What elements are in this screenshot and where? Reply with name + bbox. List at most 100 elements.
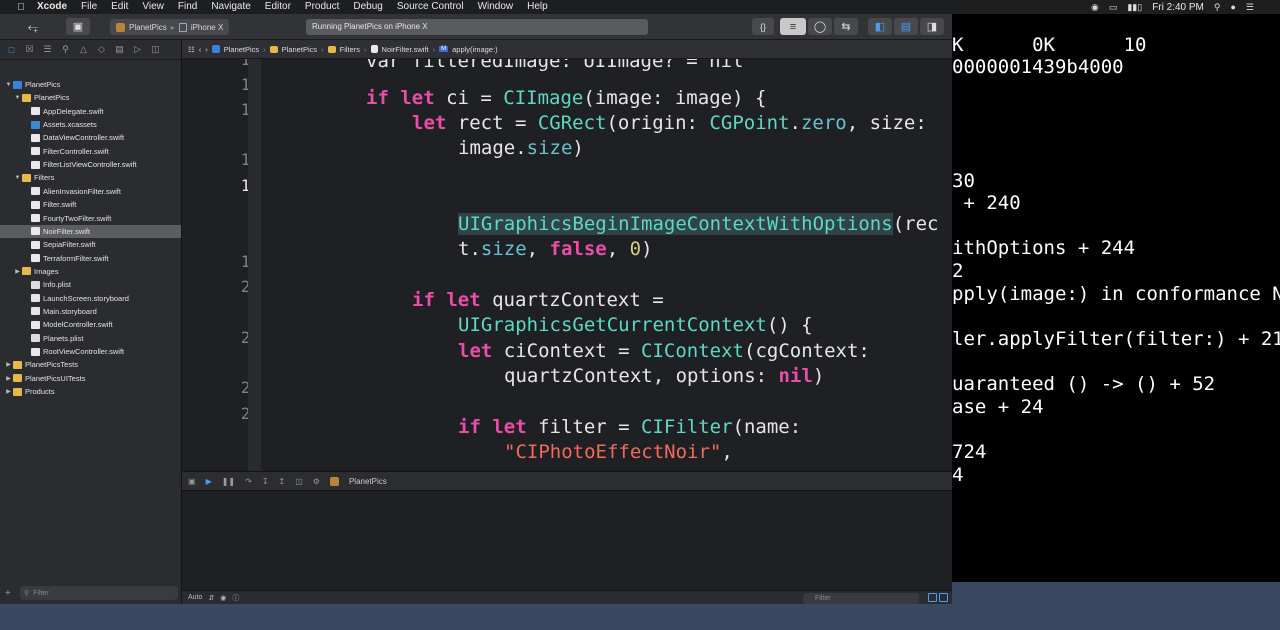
jump-crumb-file[interactable]: NoirFilter.swift	[382, 45, 429, 54]
jump-crumb-project[interactable]: PlanetPics	[224, 45, 259, 54]
breakpoints-toggle-icon[interactable]: ▶	[206, 477, 212, 486]
disclosure-open-icon[interactable]: ▼	[13, 95, 22, 101]
show-navigator-icon[interactable]: ◧	[868, 18, 892, 35]
show-inspector-icon[interactable]: ◨	[920, 18, 944, 35]
tree-item[interactable]: Info.plist	[0, 278, 181, 291]
library-icon[interactable]: {}	[752, 18, 774, 35]
wifi-icon[interactable]: ◉	[1091, 2, 1099, 13]
symbol-navigator-icon[interactable]: ☰	[42, 44, 53, 55]
step-out-icon[interactable]: ↥	[279, 477, 286, 486]
variables-view-toggle-icon[interactable]	[928, 593, 937, 602]
menu-view[interactable]: View	[135, 0, 171, 14]
stop-icon[interactable]: ▣	[66, 18, 90, 35]
tree-item[interactable]: AlienInvasionFilter.swift	[0, 185, 181, 198]
code-folding-ribbon[interactable]	[248, 59, 261, 471]
tree-item[interactable]: LaunchScreen.storyboard	[0, 292, 181, 305]
pause-icon[interactable]: ❚❚	[222, 477, 235, 486]
info-icon[interactable]: ⓘ	[232, 593, 239, 603]
menu-find[interactable]: Find	[171, 0, 204, 14]
apple-menu-icon[interactable]: 	[12, 2, 30, 13]
source-control-navigator-icon[interactable]: ☒	[24, 44, 35, 55]
tree-item[interactable]: FourtyTwoFilter.swift	[0, 212, 181, 225]
tree-item[interactable]: ▼ Filters	[0, 171, 181, 184]
scheme-selector[interactable]: PlanetPics ▸ iPhone X	[110, 19, 230, 35]
tree-item[interactable]: TerraformFilter.swift	[0, 252, 181, 265]
airplay-icon[interactable]: ▭	[1109, 2, 1118, 13]
console-view-toggle-icon[interactable]	[939, 593, 948, 602]
find-navigator-icon[interactable]: ⚲	[60, 44, 71, 55]
menu-source-control[interactable]: Source Control	[390, 0, 471, 14]
menu-edit[interactable]: Edit	[104, 0, 135, 14]
menu-debug[interactable]: Debug	[346, 0, 389, 14]
forward-icon[interactable]: ›	[205, 45, 208, 54]
tree-item[interactable]: Assets.xcassets	[0, 118, 181, 131]
tree-item[interactable]: ▶ Products	[0, 385, 181, 398]
step-over-icon[interactable]: ↷	[245, 477, 252, 486]
tree-item[interactable]: AppDelegate.swift	[0, 105, 181, 118]
back-icon[interactable]: ‹	[199, 45, 202, 54]
menu-help[interactable]: Help	[520, 0, 555, 14]
code-editor[interactable]: 14 15 16 17 18 19 20 21 22 23 var filter…	[182, 59, 952, 471]
menu-app-name[interactable]: Xcode	[30, 0, 74, 14]
disclosure-closed-icon[interactable]: ▶	[13, 268, 22, 275]
chevron-right-icon: ›	[321, 44, 324, 54]
test-navigator-icon[interactable]: ◇	[96, 44, 107, 55]
issue-navigator-icon[interactable]: △	[78, 44, 89, 55]
view-hierarchy-icon[interactable]: ◫	[295, 477, 303, 486]
tree-item[interactable]: NoirFilter.swift	[0, 224, 181, 238]
jump-crumb-group[interactable]: PlanetPics	[282, 45, 317, 54]
add-file-icon[interactable]: +	[5, 588, 11, 599]
tree-item[interactable]: ▼ PlanetPics	[0, 78, 181, 91]
related-items-icon[interactable]: ☷	[188, 45, 195, 54]
show-debug-area-icon[interactable]: ▤	[894, 18, 918, 35]
tree-item[interactable]: ▶ Images	[0, 265, 181, 278]
menu-navigate[interactable]: Navigate	[204, 0, 257, 14]
disclosure-closed-icon[interactable]: ▶	[4, 375, 13, 382]
disclosure-open-icon[interactable]: ▼	[4, 82, 13, 88]
disclosure-closed-icon[interactable]: ▶	[4, 388, 13, 395]
type-token: UIGraphicsGetCurrentContext	[458, 314, 767, 336]
debug-console[interactable]	[182, 491, 952, 590]
notification-center-icon[interactable]: ☰	[1246, 2, 1254, 13]
version-editor-icon[interactable]: ⇆	[834, 18, 858, 35]
tree-item[interactable]: SepiaFilter.swift	[0, 238, 181, 251]
standard-editor-icon[interactable]: ≡	[780, 18, 806, 35]
user-avatar-icon[interactable]: ●	[1230, 2, 1235, 12]
assistant-editor-icon[interactable]: ◯	[808, 18, 832, 35]
menu-editor[interactable]: Editor	[258, 0, 298, 14]
tree-item[interactable]: FilterController.swift	[0, 145, 181, 158]
tree-item[interactable]: ▶ PlanetPicsUITests	[0, 372, 181, 385]
battery-icon[interactable]: ▮▮▯	[1127, 2, 1142, 13]
menu-clock[interactable]: Fri 2:40 PM	[1152, 2, 1204, 13]
variables-mode-select[interactable]: Auto	[188, 594, 202, 601]
debug-target-name[interactable]: PlanetPics	[349, 477, 387, 486]
tree-item[interactable]: Main.storyboard	[0, 305, 181, 318]
tree-item[interactable]: DataViewController.swift	[0, 131, 181, 144]
hide-debug-area-icon[interactable]: ▣	[188, 477, 196, 486]
tree-item[interactable]: Filter.swift	[0, 198, 181, 211]
spotlight-search-icon[interactable]: ⚲	[1214, 2, 1221, 13]
tree-item[interactable]: FilterListViewController.swift	[0, 158, 181, 171]
menu-window[interactable]: Window	[471, 0, 521, 14]
memory-graph-icon[interactable]: ⚙	[313, 477, 320, 486]
jump-crumb-method[interactable]: apply(image:)	[452, 45, 497, 54]
tree-item[interactable]: ▼ PlanetPics	[0, 91, 181, 104]
eye-icon[interactable]: ◉	[220, 594, 226, 602]
navigator-filter-field[interactable]: ⚲ Filter	[20, 586, 178, 600]
run-icon[interactable]: ⥆	[22, 18, 44, 35]
tree-item[interactable]: ModelController.swift	[0, 318, 181, 331]
jump-crumb-folder[interactable]: Filters	[340, 45, 360, 54]
console-filter-field[interactable]: Filter	[803, 593, 919, 604]
step-into-icon[interactable]: ↧	[262, 477, 269, 486]
report-navigator-icon[interactable]: ◫	[150, 44, 161, 55]
tree-item[interactable]: RootViewController.swift	[0, 345, 181, 358]
menu-file[interactable]: File	[74, 0, 104, 14]
project-navigator-icon[interactable]: □	[6, 45, 17, 55]
disclosure-open-icon[interactable]: ▼	[13, 175, 22, 181]
tree-item[interactable]: Planets.plist	[0, 332, 181, 345]
debug-navigator-icon[interactable]: ▤	[114, 44, 125, 55]
tree-item[interactable]: ▶ PlanetPicsTests	[0, 358, 181, 371]
breakpoint-navigator-icon[interactable]: ▷	[132, 44, 143, 55]
menu-product[interactable]: Product	[298, 0, 346, 14]
disclosure-closed-icon[interactable]: ▶	[4, 361, 13, 368]
